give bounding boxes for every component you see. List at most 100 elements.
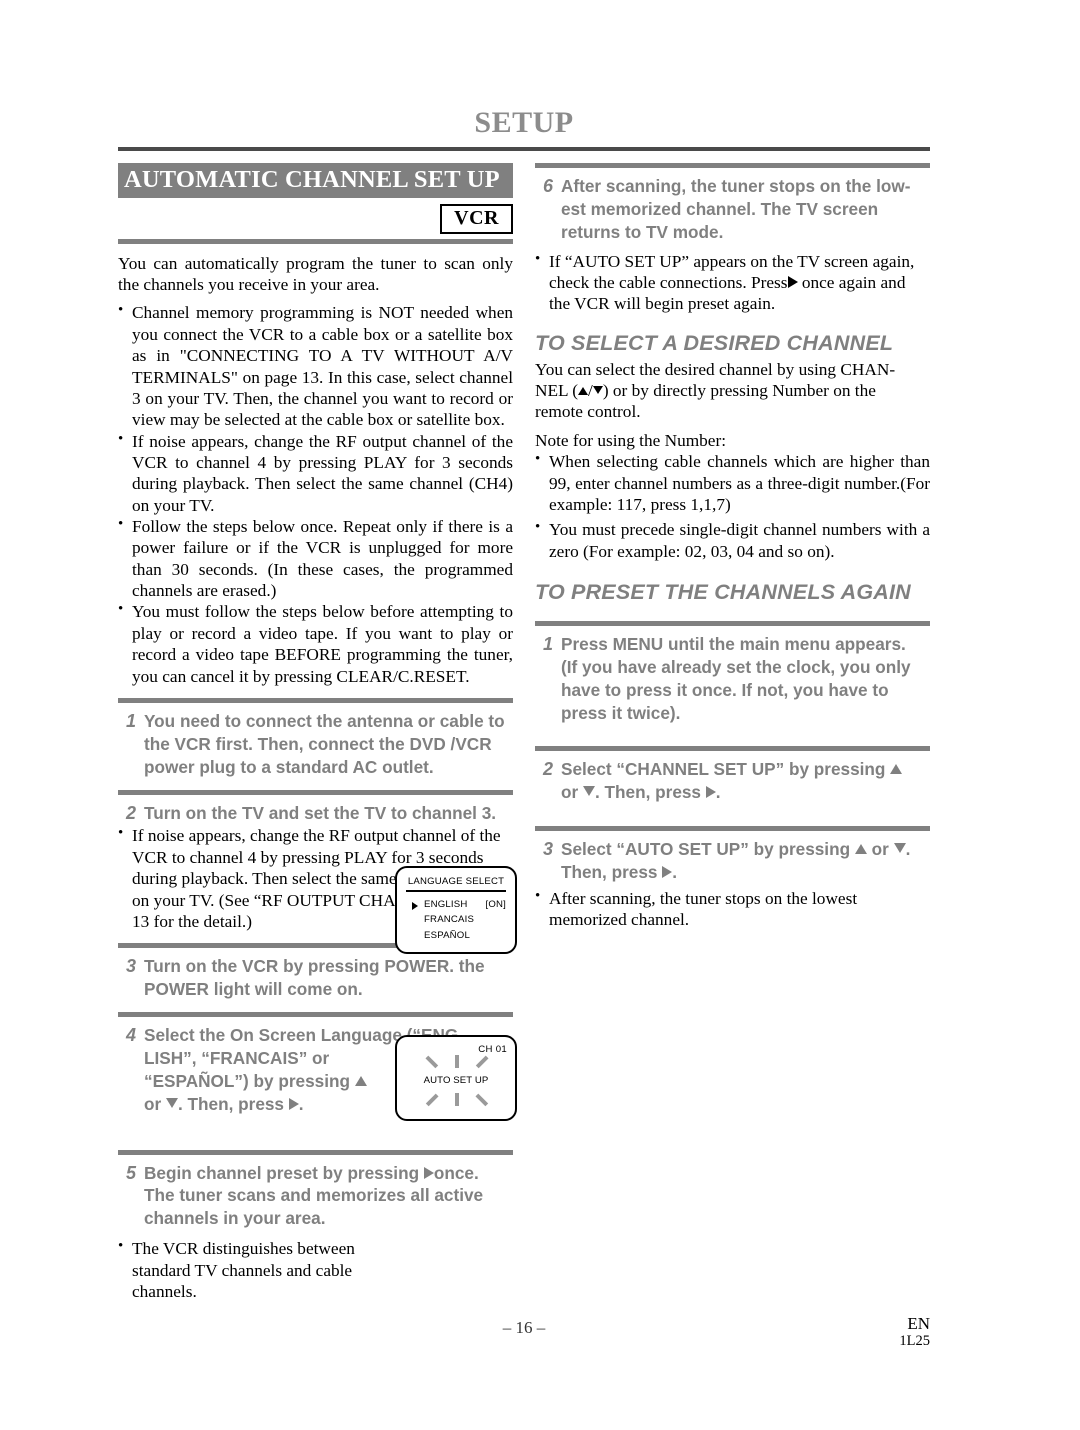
step-text: Select “AUTO SET UP” by pressing or . Th… xyxy=(561,839,911,883)
step-line: the VCR first. Then, connect the DVD /VC… xyxy=(144,733,492,754)
step-line: have to press it once. If not, you have … xyxy=(561,679,889,700)
osd-option-francais[interactable]: FRANCAIS xyxy=(397,912,515,928)
running-head: SETUP xyxy=(474,106,574,139)
step-number: 3 xyxy=(125,956,136,977)
heading-preset-channels: TO PRESET THE CHANNELS AGAIN xyxy=(535,579,911,604)
step-line: Turn on the TV and set the TV to channel… xyxy=(144,802,497,823)
step-block-2: 2 Turn on the TV and set the TV to chann… xyxy=(118,789,513,826)
osd-language-select: LANGUAGE SELECT ENGLISH [ON] FRANCAIS ES… xyxy=(395,866,517,954)
chevron-up-icon xyxy=(578,387,589,396)
heading-select-channel: TO SELECT A DESIRED CHANNEL xyxy=(535,330,894,355)
step-text: Press MENU until the main menu appears. … xyxy=(561,633,930,725)
step-line: After scanning, the tuner stops on the l… xyxy=(561,176,911,196)
step-number: 2 xyxy=(542,759,553,780)
osd-option-english[interactable]: ENGLISH [ON] xyxy=(397,897,515,913)
header-rule xyxy=(118,147,930,151)
list-item: Channel memory programming is NOT needed… xyxy=(118,301,513,430)
step-note: The VCR distinguishes between standard T… xyxy=(118,1237,387,1302)
left-column: AUTOMATIC CHANNEL SET UP VCR You can aut… xyxy=(118,163,513,1302)
step-number: 6 xyxy=(542,176,553,196)
play-right-icon xyxy=(787,275,798,288)
chevron-up-icon xyxy=(354,1075,367,1086)
step-text: Begin channel preset by pressing once. T… xyxy=(144,1162,513,1231)
step-rule xyxy=(118,1012,513,1018)
step-note: After scanning, the tuner stops on the l… xyxy=(535,887,930,931)
page-number: – 16 – xyxy=(502,1318,546,1337)
chevron-down-icon xyxy=(165,1097,178,1108)
step-line: Turn on the VCR by pressing POWER. the xyxy=(144,956,485,977)
chevron-up-icon xyxy=(890,764,903,775)
sparkle-ray xyxy=(425,1093,439,1106)
step-line: You need to connect the antenna or cable… xyxy=(144,710,505,731)
step-line: power plug to a standard AC outlet. xyxy=(144,756,434,777)
step-block-6: 6 After scanning, the tuner stops on the… xyxy=(535,163,930,244)
play-right-icon xyxy=(288,1097,299,1110)
osd-option-label: ENGLISH xyxy=(424,898,468,910)
step-note: If “AUTO SET UP” appears on the TV scree… xyxy=(535,250,930,315)
osd-title: LANGUAGE SELECT xyxy=(407,876,505,887)
osd-option-espanol[interactable]: ESPAÑOL xyxy=(397,928,515,944)
play-right-icon xyxy=(705,786,716,799)
step-line: The tuner scans and memorizes all active xyxy=(144,1185,484,1206)
list-item: If noise appears, change the RF output c… xyxy=(118,430,513,516)
step-line: channels in your area. xyxy=(144,1208,326,1229)
section-rule xyxy=(118,238,513,244)
note-label: Note for using the Number: xyxy=(535,430,727,450)
step-block-1: 1 You need to connect the antenna or cab… xyxy=(118,697,513,779)
osd-divider xyxy=(406,890,506,892)
step-line: est memorized channel. The TV screen xyxy=(561,198,879,219)
right-column: 6 After scanning, the tuner stops on the… xyxy=(535,163,930,931)
step-number: 4 xyxy=(125,1025,136,1046)
select-intro-paragraph: You can select the desired channel by us… xyxy=(535,359,896,422)
step-number: 1 xyxy=(542,633,553,654)
vcr-badge: VCR xyxy=(440,203,513,234)
chevron-down-icon xyxy=(592,386,603,395)
step-number: 2 xyxy=(125,802,136,823)
preset-step-block-2: 2 Select “CHANNEL SET UP” by pressing or… xyxy=(535,746,930,804)
preset-step-block-1: 1 Press MENU until the main menu appears… xyxy=(535,620,930,725)
osd-option-value: [ON] xyxy=(485,898,506,910)
step-text: Select “CHANNEL SET UP” by pressing or .… xyxy=(561,758,930,804)
step-line: (If you have already set the clock, you … xyxy=(561,656,911,677)
step-line: Select “CHANNEL SET UP” by pressing xyxy=(561,759,891,780)
chevron-down-icon xyxy=(893,843,906,854)
step-line: POWER light will come on. xyxy=(144,979,363,1000)
preset-step-block-3: 3 Select “AUTO SET UP” by pressing or . … xyxy=(535,826,930,884)
sparkle-ray xyxy=(455,1055,459,1068)
step-text: Turn on the TV and set the TV to channel… xyxy=(144,802,513,826)
cursor-right-icon xyxy=(412,901,418,910)
select-intro-line: ) or by directly pressing Number on the xyxy=(602,381,876,401)
osd-channel-indicator: CH 01 xyxy=(478,1044,507,1055)
step-rule xyxy=(118,789,513,795)
sparkle-ray xyxy=(475,1055,489,1068)
list-item: Follow the steps below once. Repeat only… xyxy=(118,515,513,601)
step-block-5: 5 Begin channel preset by pressing once.… xyxy=(118,1149,513,1231)
osd-auto-set-up: CH 01 AUTO SET UP xyxy=(395,1035,517,1121)
select-intro-line: remote control. xyxy=(535,402,641,422)
step-line: “ESPAÑOL”) by pressing xyxy=(144,1070,355,1091)
step-number: 1 xyxy=(125,710,136,731)
section-title: AUTOMATIC CHANNEL SET UP xyxy=(118,163,513,198)
document-page: SETUP AUTOMATIC CHANNEL SET UP VCR You c… xyxy=(118,0,930,1430)
chevron-down-icon xyxy=(582,786,595,797)
step-text: You need to connect the antenna or cable… xyxy=(144,710,513,779)
step-rule xyxy=(535,826,930,832)
intro-paragraph: You can automatically program the tuner … xyxy=(118,253,513,295)
sparkle-ray xyxy=(475,1093,489,1106)
step-line: returns to TV mode. xyxy=(561,221,724,242)
language-code: EN xyxy=(907,1314,930,1333)
sparkle-ray xyxy=(425,1055,439,1068)
list-item: When selecting cable channels which are … xyxy=(535,450,930,515)
step-line: Press MENU until the main menu appears. xyxy=(561,633,906,654)
badge-row: VCR xyxy=(118,203,513,234)
chevron-up-icon xyxy=(854,844,867,855)
select-intro-line: You can select the desired channel by us… xyxy=(535,359,896,379)
select-intro-line: NEL ( xyxy=(535,381,579,401)
step-text: After scanning, the tuner stops on the l… xyxy=(561,175,930,244)
osd-option-list: ENGLISH [ON] FRANCAIS ESPAÑOL xyxy=(397,897,515,944)
osd-option-label: FRANCAIS xyxy=(424,914,475,926)
step-rule xyxy=(535,746,930,752)
step-line: press it twice). xyxy=(561,702,681,723)
step-rule xyxy=(118,1149,513,1155)
osd-auto-label: AUTO SET UP xyxy=(397,1075,515,1086)
